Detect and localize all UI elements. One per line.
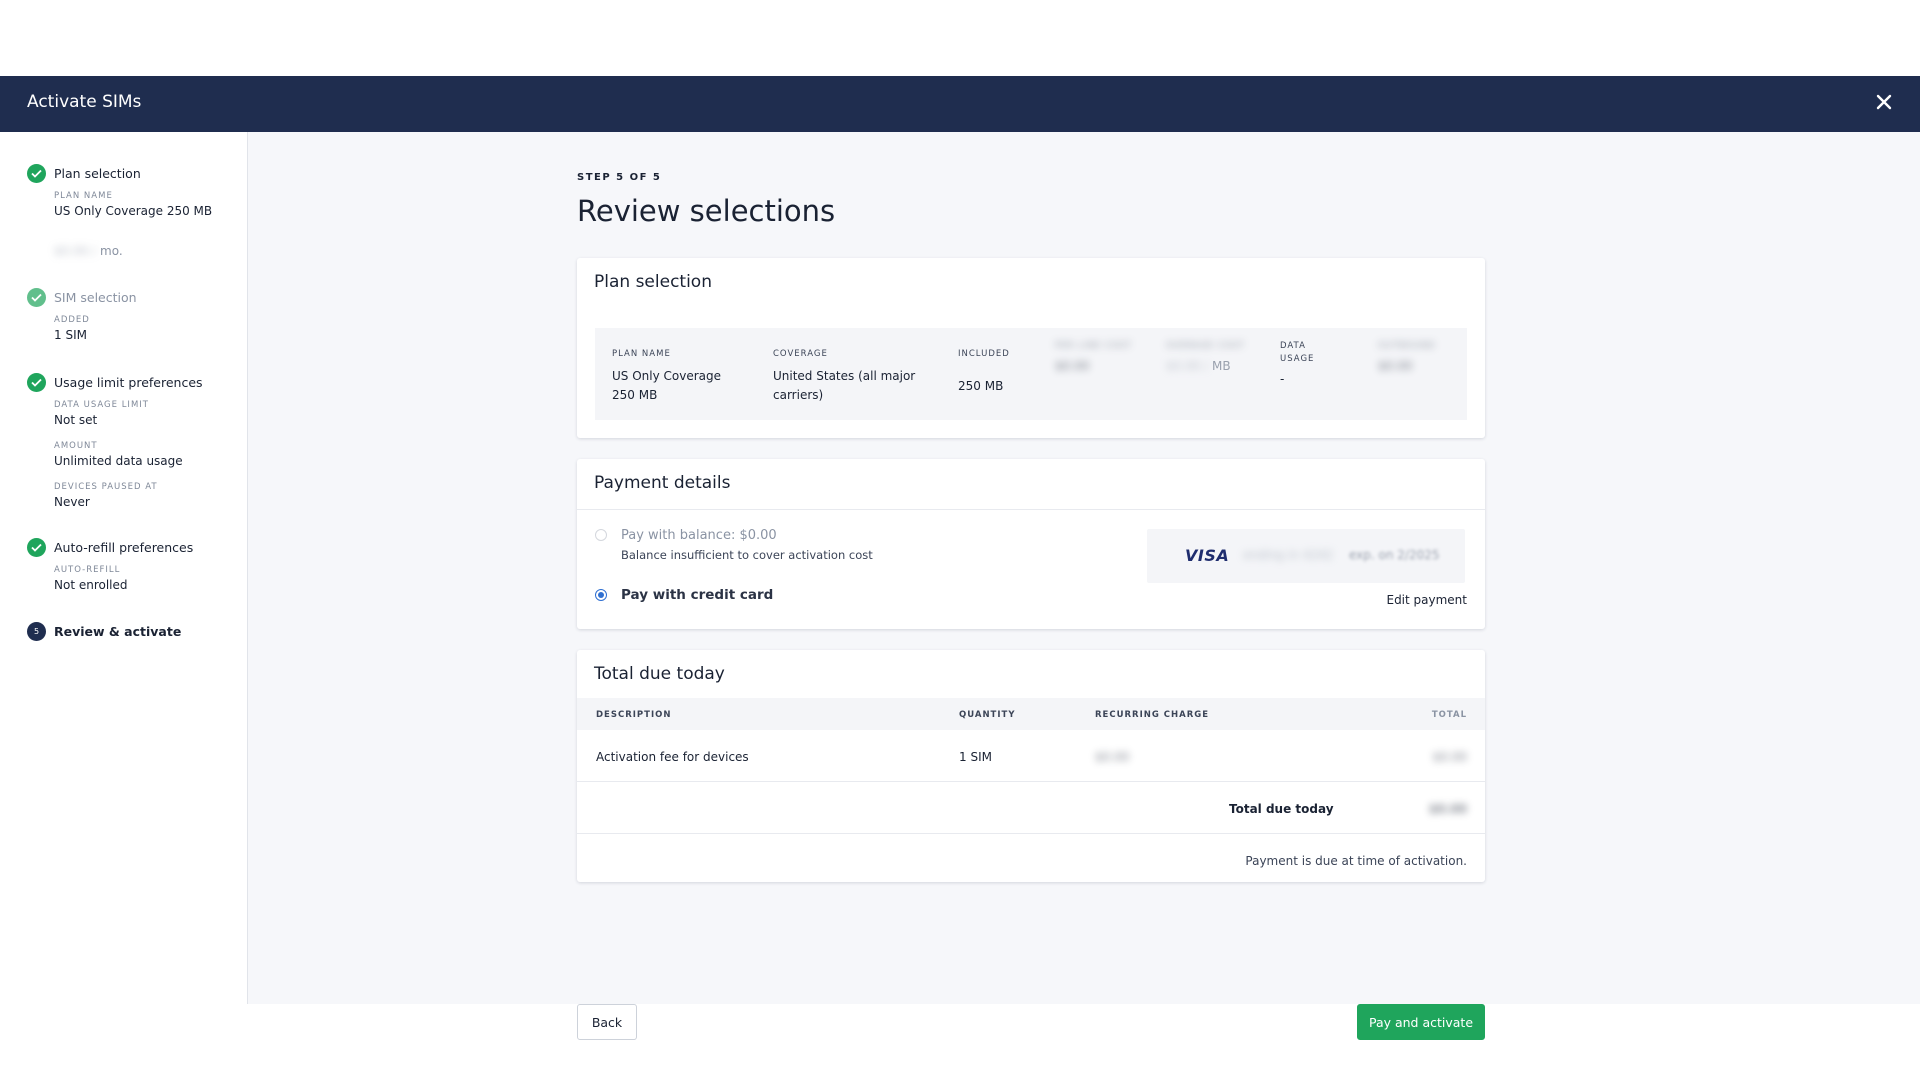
column-value: - [1280,372,1285,386]
payment-due-note: Payment is due at time of activation. [1245,854,1467,868]
total-label: Total due today [1229,802,1334,816]
step-name: Usage limit preferences [54,375,203,390]
card-ending: ending in 4242 [1243,548,1334,562]
step-field-label: DEVICES PAUSED AT [54,482,158,492]
saved-card: VISA ending in 4242 exp. on 2/2025 [1147,529,1465,583]
modal-header: Activate SIMs [0,76,1920,132]
column-value: 250 MB [958,379,1004,393]
column-value: United States (all major carriers) [773,369,916,402]
plan-col-included: INCLUDED 250 MB [958,348,1038,396]
step-field-label: PLAN NAME [54,191,113,201]
card-title: Plan selection [594,272,712,292]
balance-insufficient-note: Balance insufficient to cover activation… [621,548,873,562]
step-field-label: AMOUNT [54,441,98,451]
step-field-label: AUTO-REFILL [54,565,121,575]
card-expiry: exp. on 2/2025 [1349,548,1440,562]
step-field-value: Unlimited data usage [54,454,183,468]
column-header: RECURRING CHARGE [1095,710,1210,720]
step-field-value: US Only Coverage 250 MB [54,204,213,218]
step-name: Plan selection [54,166,141,181]
total-due-card: Total due today DESCRIPTION QUANTITY REC… [577,650,1485,882]
step-field-label: DATA USAGE LIMIT [54,400,149,410]
step-field-value: Not enrolled [54,578,128,592]
step-name: SIM selection [54,290,137,305]
row-description: Activation fee for devices [596,750,749,764]
total-amount: $0.00 [1429,802,1467,816]
review-content: STEP 5 OF 5 Review selections Plan selec… [577,132,1485,1040]
plan-selection-card: Plan selection PLAN NAME US Only Coverag… [577,258,1485,438]
column-header: PER LINE COST [1055,341,1132,351]
divider [577,509,1485,510]
plan-table: PLAN NAME US Only Coverage 250 MB COVERA… [595,328,1467,420]
card-title: Payment details [594,473,731,493]
modal-title: Activate SIMs [27,92,142,112]
column-value: $0.00 / MB [1166,359,1231,373]
step-field-value: Never [54,495,90,509]
back-button[interactable]: Back [577,1004,637,1040]
plan-col-outbound: OUTBOUND $0.00 [1378,340,1458,376]
step-field-label: ADDED [54,315,90,325]
step-field-value-price: $0.00 / mo. [54,244,123,258]
activate-sims-modal: Activate SIMs Plan selection PLAN NAME U… [0,76,1920,1040]
table-row: Activation fee for devices 1 SIM $0.00 $… [577,730,1485,782]
step-name: Review & activate [54,624,182,639]
column-header: DESCRIPTION [596,710,672,720]
plan-col-overage-cost: OVERAGE COST $0.00 / MB [1166,340,1246,376]
plan-col-coverage: COVERAGE United States (all major carrie… [773,348,933,405]
step-field-value: 1 SIM [54,328,87,342]
table-header-row: DESCRIPTION QUANTITY RECURRING CHARGE TO… [577,698,1485,730]
pay-and-activate-button[interactable]: Pay and activate [1357,1004,1485,1040]
pay-with-credit-card-label: Pay with credit card [621,587,774,603]
column-value: $0.00 [1055,359,1090,373]
step-counter: STEP 5 OF 5 [577,172,662,183]
close-icon[interactable] [1872,90,1896,114]
column-header: INCLUDED [958,349,1010,359]
step-name: Auto-refill preferences [54,540,194,555]
plan-col-name: PLAN NAME US Only Coverage 250 MB [612,348,742,405]
card-title: Total due today [594,664,725,684]
row-recurring-charge: $0.00 [1095,750,1130,764]
column-header: OUTBOUND [1378,341,1436,351]
column-header: OVERAGE COST [1166,341,1245,351]
column-header: QUANTITY [959,710,1016,720]
column-value: $0.00 [1378,359,1413,373]
row-total: $0.00 [1432,750,1467,764]
total-row: Total due today $0.00 [577,782,1485,834]
visa-logo: VISA [1185,546,1230,565]
check-icon [27,288,46,307]
plan-col-per-line-cost: PER LINE COST $0.00 [1055,340,1135,376]
pay-with-credit-card-radio[interactable] [595,589,607,601]
row-quantity: 1 SIM [959,750,992,764]
column-header: DATA USAGE [1280,341,1315,364]
edit-payment-link[interactable]: Edit payment [1386,593,1467,607]
step-number-badge: 5 [27,622,46,641]
column-value: US Only Coverage 250 MB [612,369,722,402]
column-header: PLAN NAME [612,349,671,359]
payment-details-card: Payment details Pay with balance: $0.00 … [577,459,1485,629]
pay-with-balance-radio[interactable] [595,529,607,541]
step-field-value: Not set [54,413,98,427]
check-icon [27,373,46,392]
check-icon [27,164,46,183]
column-header: TOTAL [1431,710,1467,720]
page-title: Review selections [577,194,836,228]
pay-with-balance-label: Pay with balance: $0.00 [621,528,777,543]
column-header: COVERAGE [773,349,828,359]
steps-sidebar: Plan selection PLAN NAME US Only Coverag… [0,132,248,1004]
plan-col-data-usage: DATA USAGE - [1280,340,1340,389]
check-icon [27,538,46,557]
